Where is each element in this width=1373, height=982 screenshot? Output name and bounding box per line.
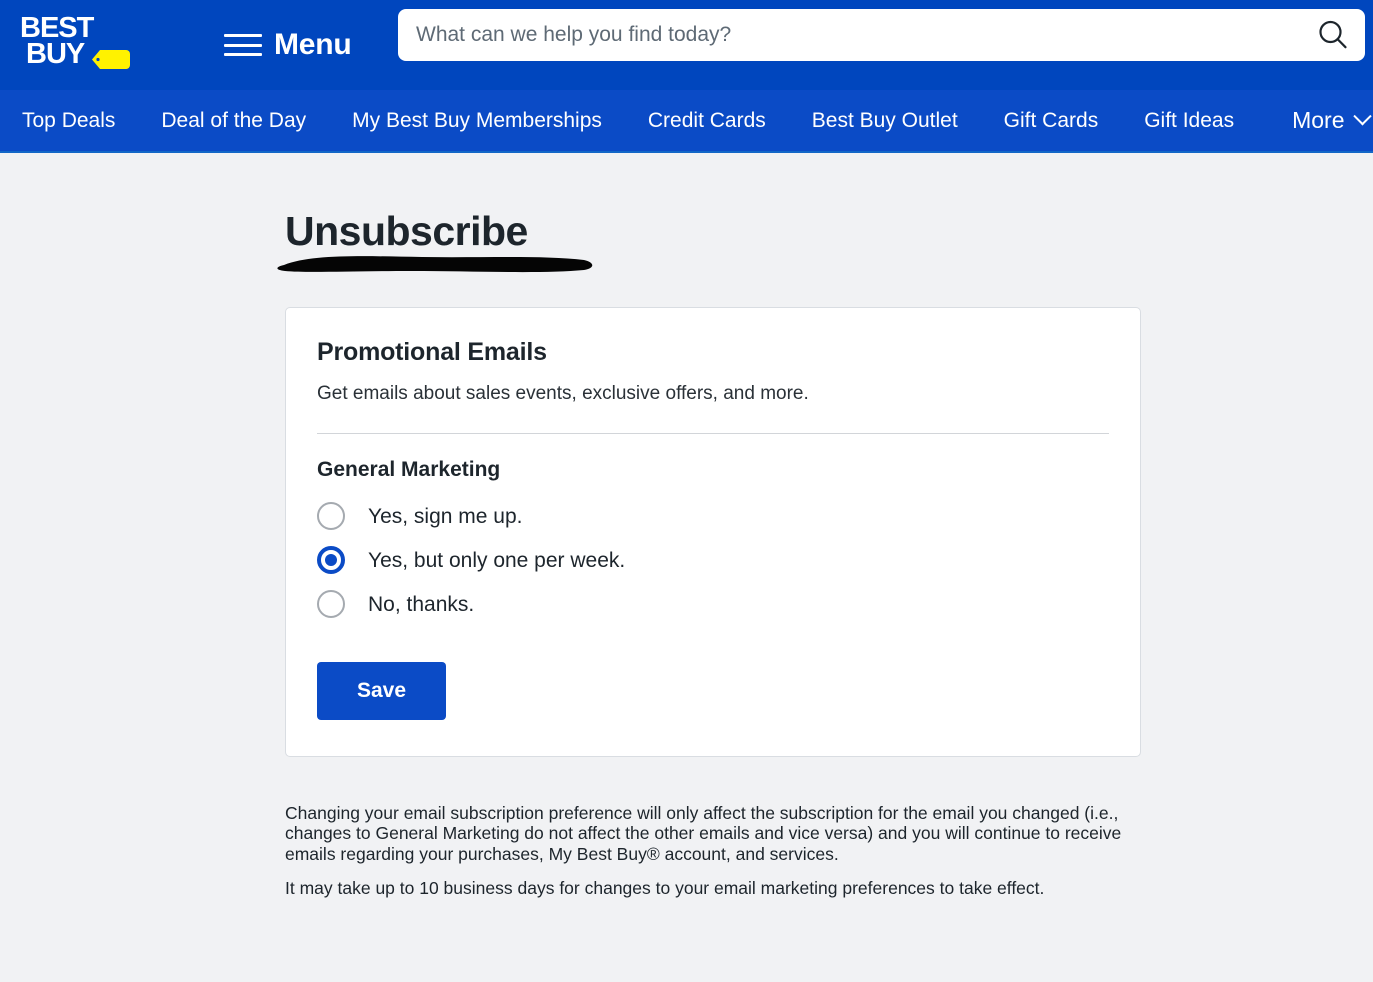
promotional-emails-card: Promotional Emails Get emails about sale… [285,307,1141,757]
menu-button[interactable]: Menu [224,30,352,60]
radio-option-one-per-week[interactable]: Yes, but only one per week. [317,546,1109,574]
search-input[interactable] [398,9,1301,61]
disclaimer-section: Changing your email subscription prefere… [285,803,1123,913]
radio-button[interactable] [317,502,345,530]
site-header: BEST BUY Menu [0,0,1373,90]
radio-option-label: Yes, but only one per week. [368,548,626,572]
disclaimer-paragraph-2: It may take up to 10 business days for c… [285,878,1045,899]
radio-option-yes-sign-me-up[interactable]: Yes, sign me up. [317,502,1109,530]
svg-text:BUY: BUY [26,38,85,70]
search-bar[interactable] [398,9,1365,61]
nav-item-deal-of-the-day[interactable]: Deal of the Day [161,110,306,131]
radio-option-label: Yes, sign me up. [368,504,523,528]
nav-item-credit-cards[interactable]: Credit Cards [648,110,766,131]
radio-option-no-thanks[interactable]: No, thanks. [317,590,1109,618]
nav-item-gift-cards[interactable]: Gift Cards [1004,110,1099,131]
card-title: Promotional Emails [317,338,547,366]
nav-item-top-deals[interactable]: Top Deals [22,110,115,131]
nav-item-more-label: More [1292,107,1345,133]
radio-option-label: No, thanks. [368,592,475,616]
nav-item-best-buy-outlet[interactable]: Best Buy Outlet [812,110,958,131]
search-button[interactable] [1301,9,1365,61]
general-marketing-heading: General Marketing [317,458,501,481]
best-buy-logo-icon: BEST BUY [20,12,130,70]
nav-item-more[interactable]: More [1292,107,1372,133]
nav-item-my-best-buy-memberships[interactable]: My Best Buy Memberships [352,110,602,131]
card-divider [317,433,1109,434]
save-button[interactable]: Save [317,662,447,720]
chevron-down-icon [1352,107,1372,126]
menu-button-label: Menu [274,28,352,61]
nav-item-gift-ideas[interactable]: Gift Ideas [1144,110,1234,131]
card-subtitle: Get emails about sales events, exclusive… [317,383,809,404]
disclaimer-paragraph-1: Changing your email subscription prefere… [285,803,1122,864]
best-buy-logo[interactable]: BEST BUY [18,10,136,72]
search-icon [1319,20,1347,49]
radio-button[interactable] [317,590,345,618]
hamburger-icon [224,31,262,59]
primary-nav: Top Deals Deal of the Day My Best Buy Me… [0,90,1373,153]
redacted-email-marker [277,256,593,273]
radio-button-selected[interactable] [317,546,345,574]
